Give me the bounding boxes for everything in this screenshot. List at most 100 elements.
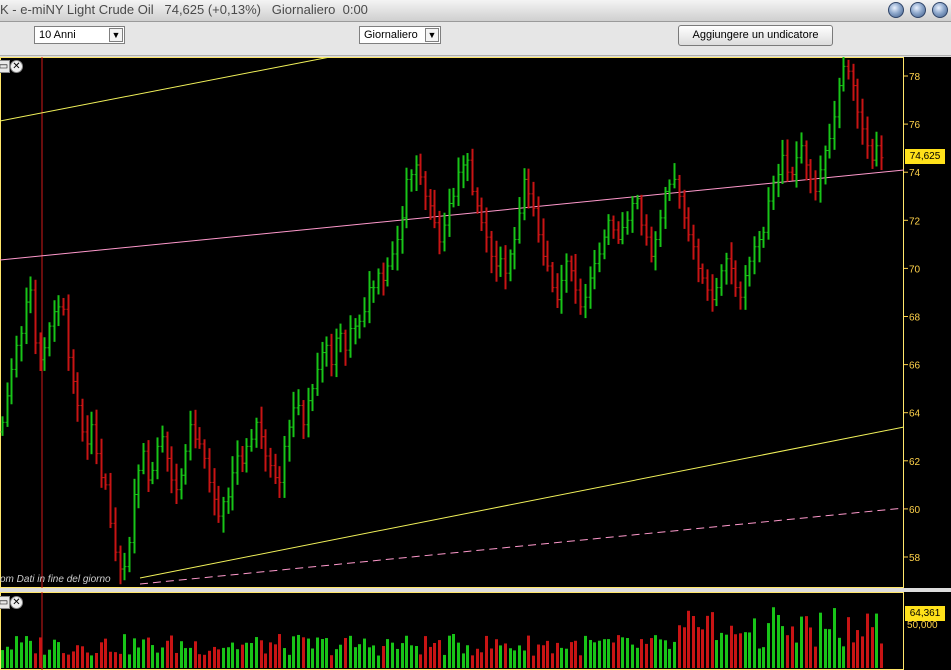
price-axis-tick-label: 60 bbox=[909, 505, 921, 516]
volume-bar bbox=[847, 617, 850, 668]
volume-bar bbox=[255, 637, 258, 668]
price-axis: 78 76 74 72 70 68 66 64 62 60 58 bbox=[904, 57, 951, 588]
volume-bar bbox=[424, 636, 427, 668]
volume-bar bbox=[358, 644, 361, 668]
volume-bar bbox=[758, 648, 761, 668]
volume-bar bbox=[861, 636, 864, 668]
volume-bar bbox=[527, 635, 530, 668]
volume-axis: 50,000 bbox=[904, 592, 951, 670]
volume-bar bbox=[767, 623, 770, 668]
volume-bar bbox=[509, 648, 512, 668]
volume-bar bbox=[579, 655, 582, 668]
close-icon[interactable]: ✕ bbox=[10, 596, 23, 609]
volume-bar bbox=[39, 637, 42, 668]
upper-trend-line bbox=[0, 57, 331, 122]
volume-bar bbox=[292, 636, 295, 668]
volume-bar bbox=[429, 646, 432, 668]
volume-bar bbox=[852, 642, 855, 668]
volume-bar bbox=[640, 639, 643, 668]
volume-bar bbox=[231, 642, 234, 668]
volume-bar bbox=[269, 642, 272, 668]
chevron-down-icon[interactable]: ▼ bbox=[425, 28, 439, 42]
volume-bar bbox=[678, 625, 681, 668]
volume-bar bbox=[382, 646, 385, 668]
volume-bar bbox=[762, 647, 765, 668]
interval-select[interactable]: Giornaliero ▼ bbox=[359, 26, 441, 44]
volume-bar bbox=[6, 646, 9, 668]
volume-bar bbox=[100, 642, 103, 668]
volume-bar bbox=[748, 632, 751, 668]
interval-select-value: Giornaliero bbox=[364, 29, 418, 41]
volume-bar bbox=[415, 646, 418, 668]
volume-bar bbox=[866, 613, 869, 668]
volume-bar bbox=[589, 639, 592, 668]
price-axis-tick-label: 68 bbox=[909, 313, 921, 324]
last-price-badge: 74,625 bbox=[905, 149, 945, 164]
volume-bar bbox=[565, 648, 568, 668]
volume-bar bbox=[180, 641, 183, 668]
close-icon[interactable]: ✕ bbox=[10, 60, 23, 73]
volume-bar bbox=[316, 637, 319, 668]
volume-bar bbox=[621, 637, 624, 668]
volume-bar bbox=[556, 642, 559, 668]
volume-bar bbox=[471, 655, 474, 668]
volume-bar bbox=[297, 634, 300, 668]
volume-bar bbox=[466, 645, 469, 668]
volume-bar bbox=[72, 651, 75, 668]
volume-bar bbox=[90, 655, 93, 668]
maximize-button[interactable] bbox=[910, 2, 926, 18]
volume-bar bbox=[838, 637, 841, 668]
volume-bar bbox=[504, 643, 507, 668]
volume-bar bbox=[114, 652, 117, 668]
volume-bar bbox=[697, 627, 700, 668]
volume-bar bbox=[236, 649, 239, 668]
volume-bar bbox=[574, 640, 577, 668]
volume-bar bbox=[664, 640, 667, 668]
volume-bar bbox=[95, 653, 98, 668]
volume-bar bbox=[104, 638, 107, 668]
volume-bar bbox=[833, 608, 836, 668]
volume-bar bbox=[499, 645, 502, 668]
price-axis-tick-label: 78 bbox=[909, 72, 921, 83]
period-select[interactable]: 10 Anni ▼ bbox=[34, 26, 125, 44]
volume-bar bbox=[570, 642, 573, 668]
volume-bar bbox=[147, 637, 150, 668]
volume-bar bbox=[452, 634, 455, 668]
volume-bar bbox=[692, 616, 695, 668]
volume-bar bbox=[734, 634, 737, 668]
volume-bar bbox=[617, 635, 620, 668]
volume-bar bbox=[584, 635, 587, 668]
volume-bar bbox=[264, 653, 267, 668]
volume-bar bbox=[222, 647, 225, 668]
volume-chart-panel[interactable]: ▭ ✕ bbox=[0, 592, 904, 670]
volume-bar bbox=[156, 652, 159, 668]
volume-bar bbox=[274, 644, 277, 668]
volume-bar bbox=[184, 648, 187, 668]
volume-bar bbox=[753, 618, 756, 668]
volume-bar bbox=[819, 612, 822, 668]
volume-bar bbox=[871, 627, 874, 668]
close-window-button[interactable] bbox=[932, 2, 948, 18]
volume-bar bbox=[67, 654, 70, 668]
window-titlebar: K - e-miNY Light Crude Oil 74,625 (+0,13… bbox=[0, 0, 951, 22]
volume-bar bbox=[1, 650, 4, 668]
volume-bar bbox=[809, 627, 812, 668]
price-chart-panel[interactable]: ▭ ✕ bbox=[0, 57, 904, 588]
volume-panel-restore-button[interactable]: ▭ bbox=[0, 596, 10, 609]
volume-bar bbox=[405, 635, 408, 668]
volume-bar bbox=[598, 640, 601, 668]
volume-bar bbox=[744, 632, 747, 668]
volume-bar bbox=[34, 653, 37, 668]
add-indicator-button[interactable]: Aggiungere un undicatore bbox=[678, 25, 833, 46]
volume-bar bbox=[800, 616, 803, 668]
volume-bar bbox=[401, 643, 404, 668]
volume-bar bbox=[109, 651, 112, 668]
volume-bar bbox=[62, 653, 65, 668]
minimize-button[interactable] bbox=[888, 2, 904, 18]
chevron-down-icon[interactable]: ▼ bbox=[109, 28, 123, 42]
volume-bar bbox=[396, 648, 399, 668]
volume-bar bbox=[15, 636, 18, 668]
panel-restore-button[interactable]: ▭ bbox=[0, 60, 10, 73]
volume-bar bbox=[701, 629, 704, 668]
price-axis-tick-label: 66 bbox=[909, 361, 921, 372]
